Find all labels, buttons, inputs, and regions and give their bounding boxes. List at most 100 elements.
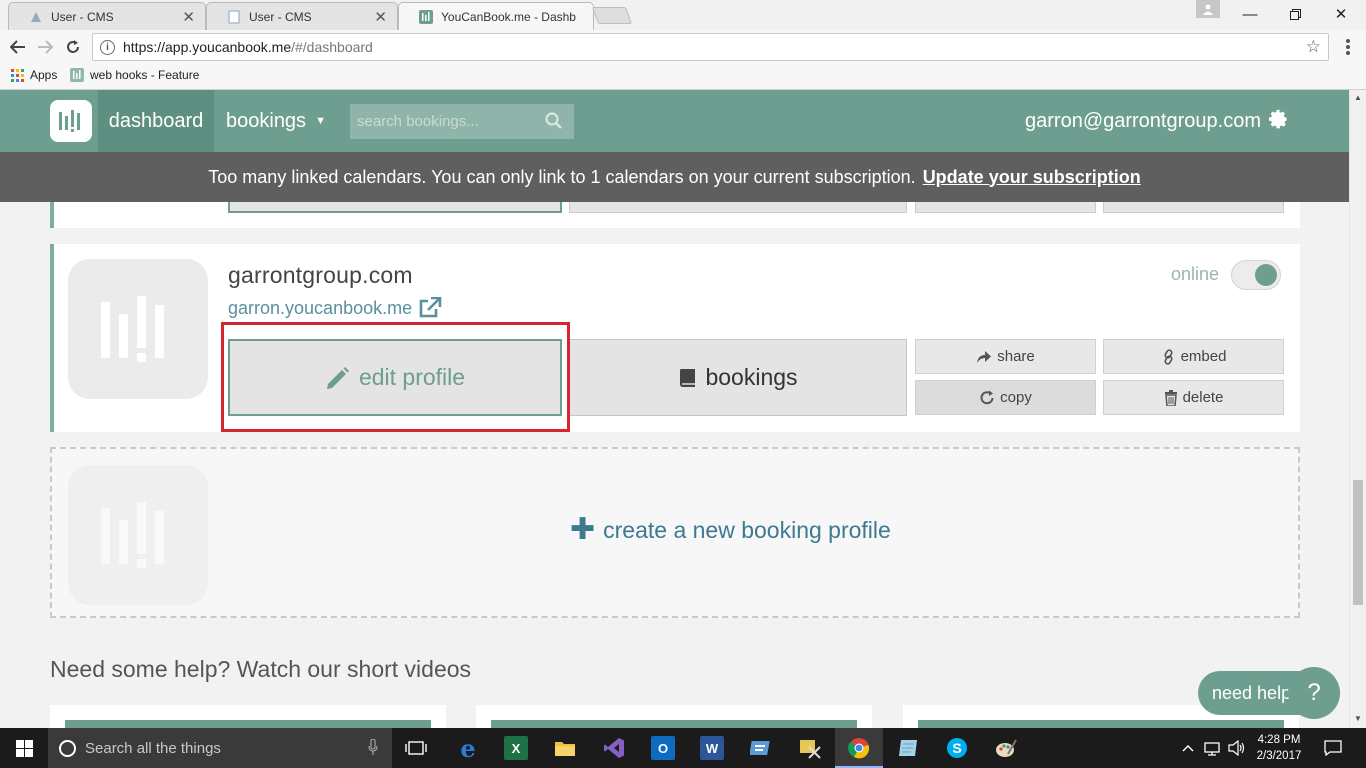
profile-url-link[interactable]: garron.youcanbook.me <box>228 297 442 319</box>
scroll-up-icon[interactable]: ▲ <box>1354 93 1362 102</box>
search-bookings-input[interactable]: search bookings... <box>350 104 574 139</box>
embed-button[interactable]: embed <box>1103 339 1284 374</box>
browser-toolbar: i https://app.youcanbook.me/#/dashboard … <box>0 30 1366 64</box>
browser-menu-icon[interactable] <box>1346 39 1352 57</box>
create-profile-card[interactable]: ✚ create a new booking profile <box>50 447 1300 618</box>
create-label: create a new booking profile <box>603 516 891 543</box>
copy-label: copy <box>1000 389 1032 406</box>
page-viewport: dashboard bookings ▼ search bookings... … <box>0 90 1349 728</box>
outlook-icon[interactable]: O <box>651 736 675 760</box>
file-explorer-icon[interactable] <box>553 736 577 760</box>
need-help-button[interactable]: need help ? <box>1198 667 1340 719</box>
browser-tab-active[interactable]: YouCanBook.me - Dashb <box>398 2 594 30</box>
search-placeholder: search bookings... <box>357 113 479 130</box>
browser-tab[interactable]: User - CMS ✕ <box>206 2 398 30</box>
user-email[interactable]: garron@garrontgroup.com <box>1025 90 1261 152</box>
bookmark-label: web hooks - Feature <box>90 68 200 82</box>
pencil-icon <box>326 366 349 389</box>
create-booking-profile-link[interactable]: ✚ create a new booking profile <box>570 515 891 545</box>
minimize-icon[interactable]: — <box>1227 0 1273 28</box>
microphone-icon[interactable] <box>368 739 378 756</box>
action-center-icon[interactable] <box>1324 728 1342 768</box>
tab-title: YouCanBook.me - Dashb <box>441 9 576 24</box>
tray-chevron-icon[interactable] <box>1182 728 1194 768</box>
app-window-icon[interactable] <box>749 736 773 760</box>
chrome-icon[interactable] <box>847 736 871 760</box>
bookings-label: bookings <box>705 364 798 390</box>
video-thumbnail <box>918 720 1284 728</box>
share-button[interactable]: share <box>915 339 1096 374</box>
nav-bookings-label: bookings <box>226 109 307 132</box>
site-info-icon[interactable]: i <box>100 39 115 55</box>
toggle-knob <box>1255 264 1277 286</box>
scrollbar-thumb[interactable] <box>1353 480 1363 605</box>
skype-icon[interactable]: S <box>945 736 969 760</box>
bookings-button[interactable]: bookings <box>569 339 907 416</box>
delete-button[interactable] <box>1103 202 1284 213</box>
settings-gear-icon[interactable] <box>1268 109 1290 131</box>
placeholder-avatar <box>68 465 208 605</box>
new-tab-button[interactable] <box>591 7 633 24</box>
bookings-button[interactable] <box>569 202 907 213</box>
edit-profile-button[interactable]: edit profile <box>228 339 562 416</box>
nav-bookings-dropdown[interactable]: bookings ▼ <box>226 90 326 152</box>
profile-avatar[interactable] <box>68 259 208 399</box>
search-icon[interactable] <box>544 111 564 131</box>
help-video-card[interactable] <box>50 705 446 728</box>
browser-tab[interactable]: User - CMS ✕ <box>8 2 206 30</box>
youcanbookme-logo-icon <box>101 296 164 362</box>
bookmark-apps[interactable]: Apps <box>11 68 57 82</box>
video-thumbnail <box>491 720 857 728</box>
address-bar[interactable]: i https://app.youcanbook.me/#/dashboard … <box>92 33 1329 61</box>
tab-title: User - CMS <box>249 9 312 24</box>
share-label: share <box>997 348 1035 365</box>
user-profile-icon[interactable] <box>1196 0 1220 18</box>
paint-icon[interactable] <box>994 736 1018 760</box>
volume-icon[interactable] <box>1228 728 1246 768</box>
cms-favicon-icon <box>31 11 41 22</box>
banner-message: Too many linked calendars. You can only … <box>208 166 916 187</box>
reload-icon[interactable] <box>62 36 84 58</box>
back-arrow-icon[interactable] <box>7 36 29 58</box>
copy-button[interactable] <box>915 202 1096 213</box>
profile-url-text: garron.youcanbook.me <box>228 297 413 318</box>
word-icon[interactable]: W <box>700 736 724 760</box>
notes-app-icon[interactable] <box>896 736 920 760</box>
excel-icon[interactable]: X <box>504 736 528 760</box>
close-tab-icon[interactable]: ✕ <box>374 8 387 26</box>
system-clock[interactable]: 4:28 PM 2/3/2017 <box>1254 732 1304 764</box>
forward-arrow-icon[interactable] <box>34 36 56 58</box>
update-subscription-link[interactable]: Update your subscription <box>923 167 1141 188</box>
edit-profile-label: edit profile <box>358 364 466 390</box>
copy-button[interactable]: copy <box>915 380 1096 415</box>
youcanbookme-logo-icon[interactable] <box>50 100 92 142</box>
close-tab-icon[interactable]: ✕ <box>182 8 195 26</box>
embed-label: embed <box>1180 348 1227 365</box>
bookmarks-bar: Apps web hooks - Feature <box>0 64 1366 90</box>
url-path: /#/dashboard <box>291 39 373 55</box>
edit-profile-button[interactable] <box>228 202 562 213</box>
help-video-card[interactable] <box>476 705 872 728</box>
snipping-tool-icon[interactable] <box>798 736 822 760</box>
online-toggle[interactable] <box>1231 260 1281 290</box>
network-icon[interactable] <box>1204 728 1222 768</box>
delete-label: delete <box>1182 389 1224 406</box>
close-window-icon[interactable]: ✕ <box>1318 0 1364 28</box>
nav-dashboard[interactable]: dashboard <box>98 90 214 152</box>
delete-button[interactable]: delete <box>1103 380 1284 415</box>
edge-icon[interactable]: e <box>456 734 480 763</box>
bookmark-star-icon[interactable]: ☆ <box>1306 37 1321 57</box>
task-view-icon[interactable] <box>404 736 428 760</box>
page-scrollbar[interactable]: ▲ ▼ <box>1349 90 1366 728</box>
windows-start-icon[interactable] <box>0 728 48 768</box>
app-header: dashboard bookings ▼ search bookings... … <box>0 90 1349 152</box>
browser-tab-strip: User - CMS ✕ User - CMS ✕ YouCanBook.me … <box>0 0 1366 30</box>
taskbar-search-box[interactable]: Search all the things <box>48 728 392 768</box>
trash-icon <box>1164 389 1178 406</box>
visual-studio-icon[interactable] <box>602 736 626 760</box>
restore-icon[interactable] <box>1272 0 1318 28</box>
bookmark-webhooks[interactable]: web hooks - Feature <box>70 68 199 82</box>
scroll-down-icon[interactable]: ▼ <box>1354 714 1362 723</box>
apps-grid-icon <box>11 68 24 82</box>
plus-icon: ✚ <box>570 513 596 546</box>
